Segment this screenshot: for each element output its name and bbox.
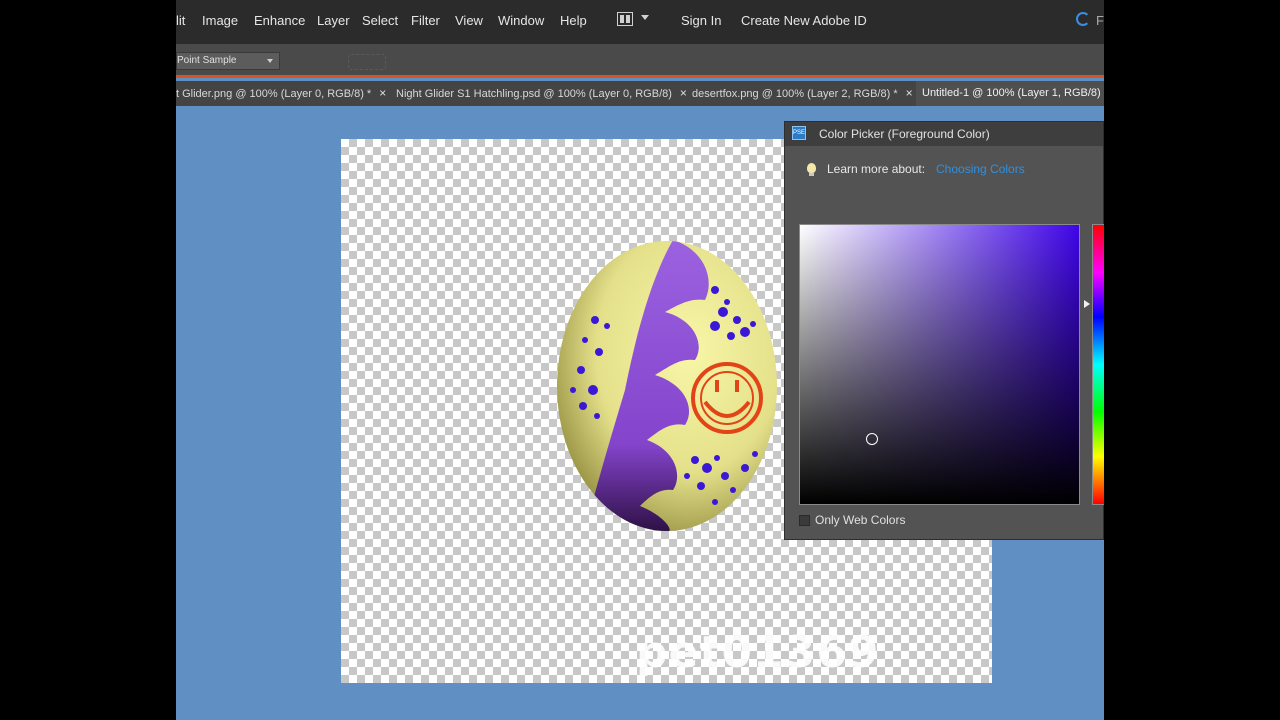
tab-label: Untitled-1 @ 100% (Layer 1, RGB/8) * — [922, 87, 1104, 99]
menu-window[interactable]: Window — [498, 13, 544, 28]
tool-options-bar: Point Sample — [176, 44, 1104, 78]
document-tab-bar: t Glider.png @ 100% (Layer 0, RGB/8) * × … — [176, 81, 1104, 106]
tab-desertfox-png[interactable]: desertfox.png @ 100% (Layer 2, RGB/8) * × — [692, 81, 913, 106]
tab-label: t Glider.png @ 100% (Layer 0, RGB/8) * — [176, 88, 372, 100]
color-picker-cursor[interactable] — [866, 433, 878, 445]
menu-bar: lit Image Enhance Layer Select Filter Vi… — [176, 0, 1104, 44]
dialog-title: Color Picker (Foreground Color) — [819, 127, 990, 141]
sign-in-link[interactable]: Sign In — [681, 13, 721, 28]
close-icon[interactable]: × — [379, 81, 386, 106]
menu-enhance[interactable]: Enhance — [254, 13, 305, 28]
create-adobe-id-link[interactable]: Create New Adobe ID — [741, 13, 867, 28]
hue-slider[interactable] — [1092, 224, 1104, 505]
menu-filter[interactable]: Filter — [411, 13, 440, 28]
sample-size-value: Point Sample — [177, 55, 237, 66]
menu-edit[interactable]: lit — [176, 13, 185, 28]
color-picker-title-bar[interactable]: PSE Color Picker (Foreground Color) — [785, 122, 1103, 146]
chevron-down-icon — [641, 15, 649, 20]
workspace-grid-icon — [617, 12, 633, 26]
color-picker-dialog: PSE Color Picker (Foreground Color) Lear… — [784, 121, 1104, 540]
truncated-menu-label: F — [1096, 13, 1104, 28]
sync-icon[interactable] — [1076, 12, 1090, 26]
tab-untitled-1[interactable]: Untitled-1 @ 100% (Layer 1, RGB/8) * — [916, 81, 1104, 106]
watermark: pet01369 — [636, 627, 880, 678]
tab-label: desertfox.png @ 100% (Layer 2, RGB/8) * — [692, 88, 898, 100]
menu-image[interactable]: Image — [202, 13, 238, 28]
hue-slider-handle[interactable] — [1084, 300, 1090, 308]
chevron-down-icon — [267, 59, 273, 63]
sample-size-select[interactable]: Point Sample — [176, 52, 280, 70]
saturation-brightness-field[interactable] — [799, 224, 1080, 505]
sample-all-layers-icon[interactable] — [348, 54, 386, 70]
photoshop-elements-window: lit Image Enhance Layer Select Filter Vi… — [176, 0, 1104, 720]
pse-app-icon: PSE — [792, 126, 806, 140]
menu-help[interactable]: Help — [560, 13, 587, 28]
workspace-menu-button[interactable] — [617, 12, 655, 30]
only-web-colors-checkbox[interactable] — [799, 515, 810, 526]
close-icon[interactable]: × — [680, 81, 687, 106]
egg-artwork — [557, 241, 777, 531]
lightbulb-icon — [807, 163, 816, 176]
menu-layer[interactable]: Layer — [317, 13, 350, 28]
close-icon[interactable]: × — [906, 81, 913, 106]
tab-label: Night Glider S1 Hatchling.psd @ 100% (La… — [396, 88, 672, 100]
tab-night-glider-psd[interactable]: Night Glider S1 Hatchling.psd @ 100% (La… — [396, 81, 687, 106]
menu-view[interactable]: View — [455, 13, 483, 28]
only-web-colors-label: Only Web Colors — [815, 513, 906, 527]
learn-more-label: Learn more about: — [827, 162, 926, 176]
choosing-colors-link[interactable]: Choosing Colors — [936, 162, 1025, 176]
tab-night-glider-png[interactable]: t Glider.png @ 100% (Layer 0, RGB/8) * × — [176, 81, 386, 106]
menu-select[interactable]: Select — [362, 13, 398, 28]
